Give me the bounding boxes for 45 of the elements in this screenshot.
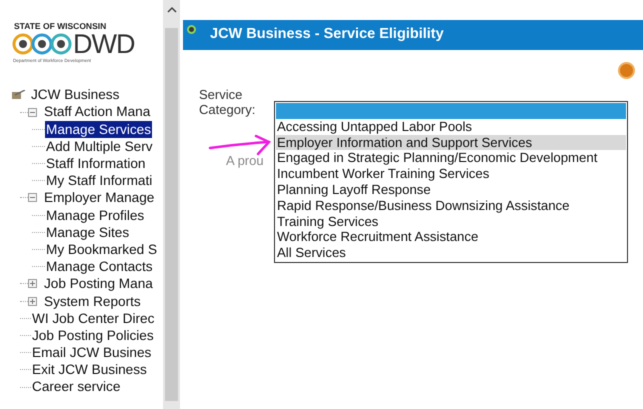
- expander-icon[interactable]: [28, 279, 37, 288]
- dropdown-option[interactable]: Workforce Recruitment Assistance: [276, 229, 626, 246]
- tree-item[interactable]: Manage Profiles: [45, 206, 146, 224]
- tree-item[interactable]: JCW Business: [30, 86, 120, 104]
- expander-icon[interactable]: [28, 108, 37, 117]
- tree-item[interactable]: Manage Sites: [45, 224, 130, 241]
- dropdown-option[interactable]: Training Services: [276, 214, 626, 230]
- tree-item[interactable]: Job Posting Mana: [43, 275, 154, 293]
- dropdown-option[interactable]: Employer Information and Support Services: [276, 134, 626, 150]
- tree-item[interactable]: Exit JCW Business: [31, 361, 148, 378]
- scrollbar-thumb[interactable]: [165, 28, 178, 401]
- tree-item[interactable]: Staff Action Mana: [43, 103, 152, 121]
- expander-icon[interactable]: [28, 193, 37, 202]
- help-icon[interactable]: [618, 62, 635, 79]
- dropdown-option[interactable]: All Services: [276, 245, 626, 261]
- scrollbar[interactable]: [163, 0, 180, 409]
- logo-state-text: STATE OF WISCONSIN: [14, 22, 108, 30]
- dropdown-option[interactable]: Rapid Response/Business Downsizing Assistance: [276, 198, 626, 214]
- scroll-up-icon[interactable]: [167, 6, 177, 13]
- tree-item[interactable]: Career service: [31, 378, 122, 396]
- tree-item[interactable]: Employer Manage: [43, 189, 156, 207]
- tree-item[interactable]: Job Posting Policies: [31, 326, 155, 344]
- tree-root-icon: [12, 90, 26, 100]
- dropdown-list[interactable]: [274, 101, 628, 263]
- tree-item[interactable]: Manage Contacts: [45, 258, 154, 276]
- tree-item[interactable]: My Bookmarked S: [45, 240, 158, 258]
- annotation-arrow: [208, 134, 272, 158]
- tree-item[interactable]: WI Job Center Direc: [31, 310, 156, 327]
- tree-item[interactable]: Email JCW Busines: [31, 344, 152, 362]
- expander-icon[interactable]: [28, 296, 37, 306]
- dropdown-option[interactable]: Engaged in Strategic Planning/Economic Development: [276, 150, 626, 166]
- tree-item[interactable]: System Reports: [43, 292, 142, 310]
- body-text: A prou: [226, 152, 264, 170]
- tree-item[interactable]: My Staff Informati: [45, 172, 154, 190]
- logo-wordmark: DWD: [73, 30, 134, 58]
- logo-circles-icon: [12, 33, 72, 55]
- dropdown-option[interactable]: Incumbent Worker Training Services: [276, 166, 626, 182]
- dropdown-option[interactable]: Planning Layoff Response: [276, 182, 626, 198]
- page-title: JCW Business - Service Eligibility: [210, 25, 444, 44]
- tree-item[interactable]: Staff Information: [45, 155, 146, 172]
- status-dot-icon: [187, 24, 196, 34]
- tree-item[interactable]: Add Multiple Serv: [45, 138, 154, 156]
- field-label: Service Category:: [199, 87, 256, 117]
- dropdown-option[interactable]: Accessing Untapped Labor Pools: [276, 118, 626, 135]
- tree-item[interactable]: Manage Services: [45, 120, 152, 138]
